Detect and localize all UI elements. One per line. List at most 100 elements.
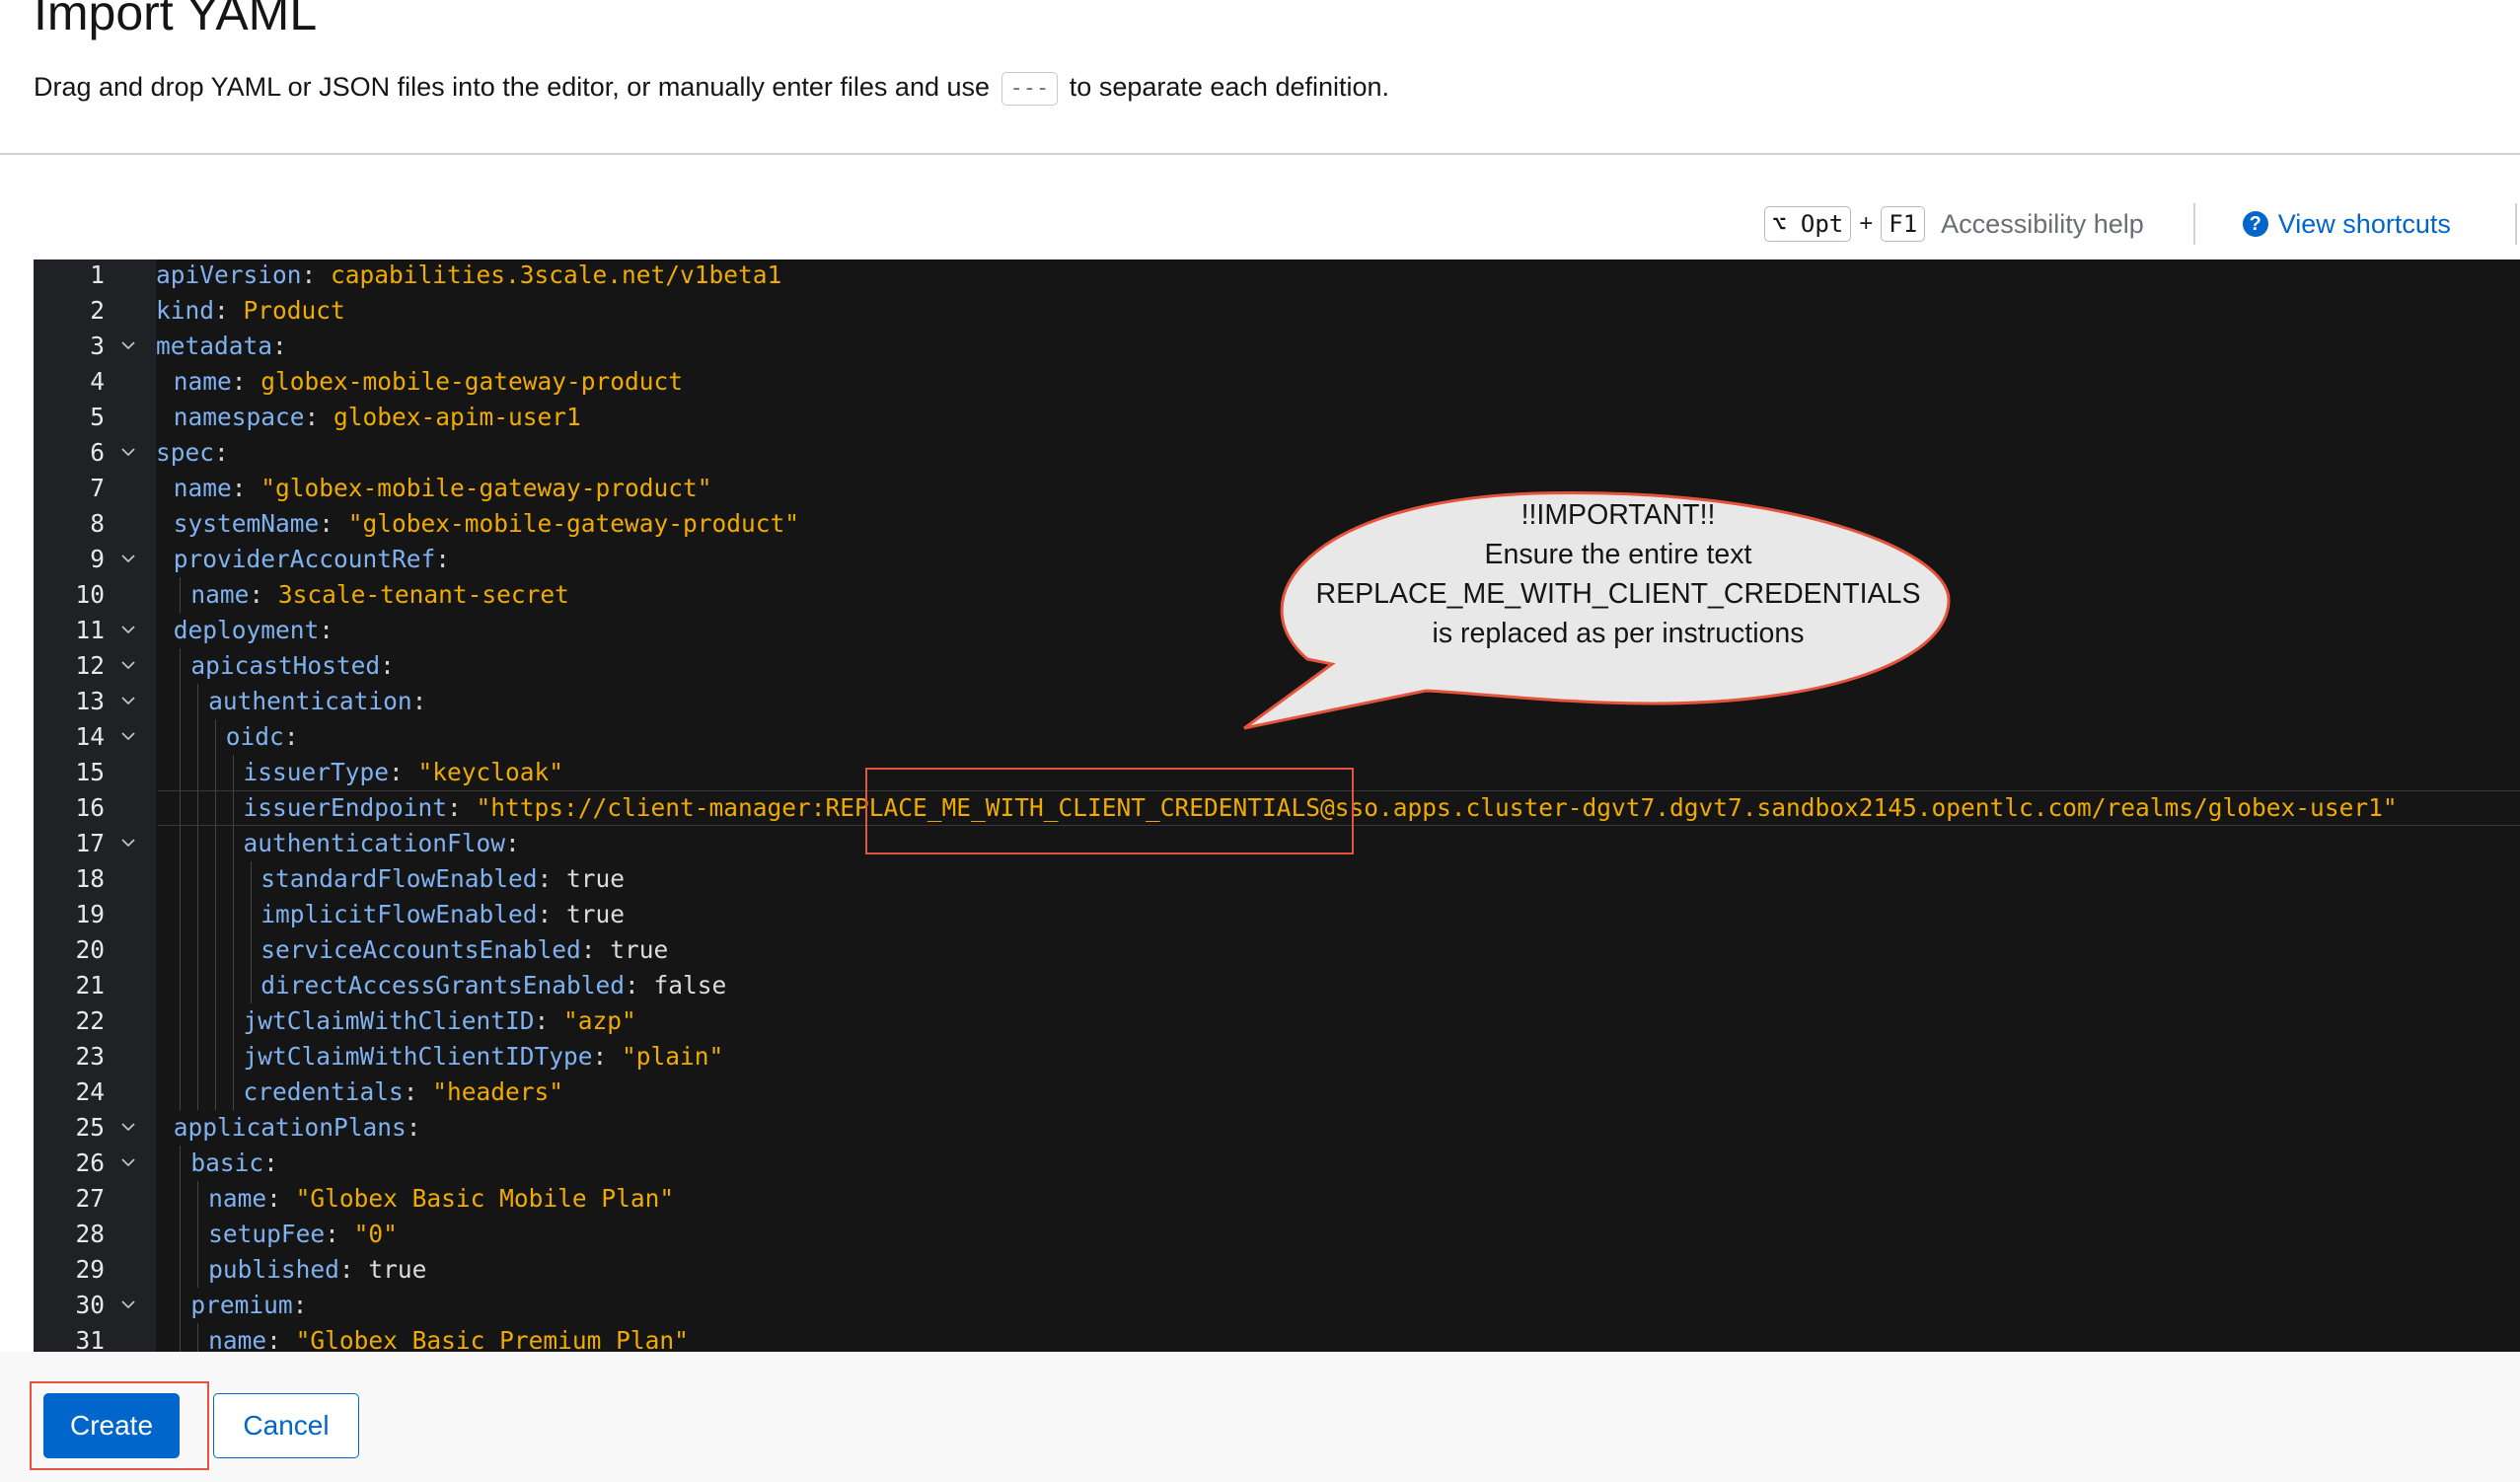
- yaml-key: authentication: [208, 687, 412, 715]
- code-line[interactable]: 21 directAccessGrantsEnabled: false: [34, 968, 2520, 1003]
- yaml-value: "0": [338, 1220, 398, 1248]
- yaml-colon: :: [266, 1184, 281, 1213]
- code-line[interactable]: 18 standardFlowEnabled: true: [34, 861, 2520, 897]
- yaml-value: "Globex Basic Premium Plan": [280, 1326, 689, 1352]
- code-text: jwtClaimWithClientID: "azp": [244, 1003, 636, 1039]
- code-line[interactable]: 3 metadata:: [34, 329, 2520, 364]
- yaml-colon: :: [319, 509, 334, 538]
- line-number: 8: [90, 509, 105, 538]
- yaml-value: "globex-mobile-gateway-product": [333, 509, 799, 538]
- yaml-colon: :: [325, 1220, 339, 1248]
- line-number: 13: [75, 687, 105, 715]
- indent-guide: [196, 861, 199, 897]
- line-number: 20: [75, 935, 105, 964]
- code-line[interactable]: 5 namespace: globex-apim-user1: [34, 400, 2520, 435]
- indent-guide: [196, 755, 199, 790]
- code-line[interactable]: 25 applicationPlans:: [34, 1110, 2520, 1146]
- yaml-colon: :: [266, 1326, 281, 1352]
- chevron-down-icon[interactable]: [120, 728, 136, 744]
- line-number: 30: [75, 1291, 105, 1319]
- chevron-down-icon[interactable]: [120, 1119, 136, 1135]
- indent-guide: [179, 719, 182, 755]
- line-number: 5: [90, 403, 105, 431]
- yaml-colon: :: [534, 1006, 550, 1035]
- yaml-colon: :: [301, 260, 317, 289]
- yaml-key: published: [208, 1255, 339, 1284]
- yaml-colon: :: [537, 900, 553, 928]
- yaml-value: true: [552, 864, 625, 893]
- chevron-down-icon[interactable]: [120, 622, 136, 637]
- line-number: 23: [75, 1042, 105, 1071]
- code-line[interactable]: 26 basic:: [34, 1146, 2520, 1181]
- code-line[interactable]: 19 implicitFlowEnabled: true: [34, 897, 2520, 932]
- indent-guide: [179, 826, 182, 861]
- action-footer: [0, 1352, 2520, 1482]
- chevron-down-icon[interactable]: [120, 444, 136, 460]
- code-line[interactable]: 1 apiVersion: capabilities.3scale.net/v1b…: [34, 259, 2520, 293]
- yaml-key: name: [208, 1184, 267, 1213]
- indent-guide: [196, 1039, 199, 1074]
- indent-guide: [214, 719, 217, 755]
- indent-guide: [179, 1252, 182, 1288]
- plus-sign: +: [1859, 210, 1874, 237]
- yaml-value: globex-apim-user1: [319, 403, 581, 431]
- line-number: 14: [75, 722, 105, 751]
- cancel-button[interactable]: Cancel: [213, 1393, 359, 1458]
- yaml-key: applicationPlans: [173, 1113, 407, 1142]
- chevron-down-icon[interactable]: [120, 1154, 136, 1170]
- create-highlight-box: [30, 1381, 209, 1470]
- yaml-value: "plain": [607, 1042, 724, 1071]
- opt-key: ⌥ Opt: [1764, 206, 1852, 242]
- chevron-down-icon[interactable]: [120, 835, 136, 851]
- line-number: 12: [75, 651, 105, 680]
- yaml-colon: :: [231, 474, 247, 502]
- code-line[interactable]: 6 spec:: [34, 435, 2520, 471]
- chevron-down-icon[interactable]: [120, 693, 136, 708]
- code-line[interactable]: 29 published: true: [34, 1252, 2520, 1288]
- indent-guide: [179, 648, 182, 684]
- code-line[interactable]: 22 jwtClaimWithClientID: "azp": [34, 1003, 2520, 1039]
- yaml-key: apiVersion: [156, 260, 302, 289]
- indent-guide: [179, 1217, 182, 1252]
- yaml-colon: :: [283, 722, 299, 751]
- code-text: name: globex-mobile-gateway-product: [174, 364, 683, 400]
- header-divider: [0, 153, 2520, 155]
- code-text: apicastHosted:: [190, 648, 395, 684]
- chevron-down-icon[interactable]: [120, 1297, 136, 1312]
- line-number: 25: [75, 1113, 105, 1142]
- code-text: serviceAccountsEnabled: true: [260, 932, 668, 968]
- code-line[interactable]: 28 setupFee: "0": [34, 1217, 2520, 1252]
- yaml-key: providerAccountRef: [173, 545, 436, 573]
- replace-me-highlight-box: [865, 768, 1354, 854]
- code-text: apiVersion: capabilities.3scale.net/v1be…: [156, 259, 781, 293]
- page-title: Import YAML: [34, 0, 318, 40]
- chevron-down-icon[interactable]: [120, 657, 136, 673]
- indent-guide: [232, 861, 235, 897]
- indent-guide: [179, 1039, 182, 1074]
- code-line[interactable]: 30 premium:: [34, 1288, 2520, 1323]
- line-number: 3: [90, 332, 105, 360]
- yaml-colon: :: [580, 935, 596, 964]
- code-line[interactable]: 31 name: "Globex Basic Premium Plan": [34, 1323, 2520, 1352]
- yaml-key: serviceAccountsEnabled: [260, 935, 581, 964]
- chevron-down-icon[interactable]: [120, 337, 136, 353]
- indent-guide: [196, 1217, 199, 1252]
- code-line[interactable]: 4 name: globex-mobile-gateway-product: [34, 364, 2520, 400]
- indent-guide: [196, 897, 199, 932]
- indent-guide: [179, 1181, 182, 1217]
- yaml-key: setupFee: [208, 1220, 326, 1248]
- code-line[interactable]: 20 serviceAccountsEnabled: true: [34, 932, 2520, 968]
- code-line[interactable]: 2 kind: Product: [34, 293, 2520, 329]
- chevron-down-icon[interactable]: [120, 551, 136, 566]
- code-line[interactable]: 23 jwtClaimWithClientIDType: "plain": [34, 1039, 2520, 1074]
- view-shortcuts-button[interactable]: ? View shortcuts: [2242, 209, 2451, 240]
- code-line[interactable]: 27 name: "Globex Basic Mobile Plan": [34, 1181, 2520, 1217]
- yaml-key: directAccessGrantsEnabled: [260, 971, 625, 1000]
- yaml-key: standardFlowEnabled: [260, 864, 538, 893]
- yaml-value: "Globex Basic Mobile Plan": [280, 1184, 675, 1213]
- yaml-key: jwtClaimWithClientID: [243, 1006, 535, 1035]
- code-text: name: "Globex Basic Mobile Plan": [208, 1181, 674, 1217]
- line-number: 29: [75, 1255, 105, 1284]
- code-line[interactable]: 24 credentials: "headers": [34, 1074, 2520, 1110]
- indent-guide: [179, 755, 182, 790]
